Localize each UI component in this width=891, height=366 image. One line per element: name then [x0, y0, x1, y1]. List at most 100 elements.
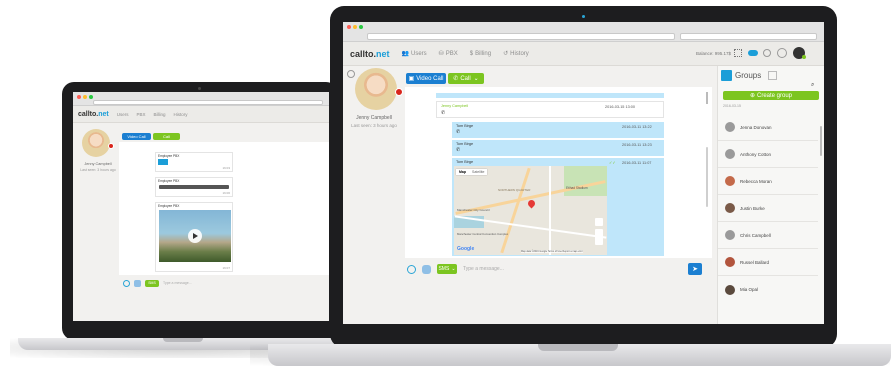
map-pin-icon[interactable] [526, 198, 537, 209]
nav-history[interactable]: ↺ History [503, 50, 529, 58]
emoji-icon[interactable] [407, 264, 416, 274]
phone-icon: ✆ [453, 76, 459, 82]
online-status-dot [802, 55, 806, 59]
map-label-quarter: NORTHERN QUARTER [498, 188, 531, 192]
maximize-icon[interactable] [89, 95, 93, 99]
minimize-icon[interactable] [83, 95, 87, 99]
list-item[interactable]: Mia Opal [718, 276, 818, 303]
contact-avatar[interactable] [355, 68, 403, 110]
right-window-controls[interactable] [347, 25, 363, 29]
history-icon: ↺ [503, 51, 509, 57]
message-1-time: 2016-03-15 13:00 [605, 105, 635, 109]
chat-menu-icon[interactable] [706, 92, 708, 104]
left-app-header: callto.net Users PBX Billing History [73, 106, 329, 123]
left-sms-dropdown[interactable]: SMS [145, 279, 159, 287]
groups-title: Groups [735, 71, 762, 80]
left-video-call-button[interactable]: Video Call [122, 133, 151, 140]
left-contact-avatar[interactable] [82, 129, 114, 157]
pbx-icon: ⛁ [438, 51, 444, 57]
send-button[interactable]: ➤ [688, 263, 702, 275]
list-item[interactable]: Anthony Cotton [718, 141, 818, 168]
list-item-name: Russel Ballard [740, 259, 770, 265]
right-logo[interactable]: callto.net [350, 49, 390, 59]
message-input[interactable]: Type a message... [463, 266, 504, 272]
sms-dropdown[interactable]: SMS ⌄ [437, 264, 457, 274]
left-message-input[interactable]: Type a message... [163, 281, 192, 285]
message-1: Jenny Campbell ✆ 2016-03-15 13:00 [436, 101, 664, 118]
balance-label: Balance: 995.17$ [696, 51, 732, 56]
left-call-button[interactable]: Call [153, 133, 180, 140]
left-contact-last-seen: Last seen: 3 hours ago [80, 168, 116, 172]
map-report-link[interactable]: Report a map error [562, 250, 582, 253]
list-item[interactable]: Justin Burke [718, 195, 818, 222]
groups-search-icon[interactable]: ⌕ [811, 82, 814, 89]
avatar [725, 257, 735, 267]
left-nav-pbx[interactable]: PBX [137, 112, 146, 117]
left-emoji-icon[interactable] [123, 279, 130, 287]
groups-sidebar: Groups ⌕ ⊕ Create group 2016-03-15 Jenna … [717, 66, 824, 324]
street-view-icon[interactable] [595, 218, 603, 226]
power-icon[interactable] [777, 48, 787, 58]
left-nav-billing[interactable]: Billing [154, 112, 166, 117]
call-button[interactable]: ✆ Call ⌄ [448, 73, 484, 84]
chat-scrollbar[interactable] [706, 147, 708, 207]
map-terms-link[interactable]: Terms of Use [548, 250, 562, 253]
map-label-convention: Manchester Central Convention Complex [457, 232, 509, 236]
left-nav-history[interactable]: History [174, 112, 188, 117]
left-window-controls[interactable] [77, 95, 93, 99]
left-laptop-camera [198, 87, 201, 90]
nav-users[interactable]: 👥 Users [402, 50, 427, 58]
left-message-3-time: 16:07 [222, 266, 230, 270]
avatar [725, 230, 735, 240]
map-tab-satellite[interactable]: Satellite [469, 169, 487, 175]
maximize-icon[interactable] [359, 25, 363, 29]
attach-icon[interactable] [422, 264, 431, 274]
video-call-button[interactable]: ▣ Video Call [406, 73, 446, 84]
message-4-sender: Tom Birge [456, 160, 474, 164]
user-avatar[interactable] [793, 47, 806, 59]
back-icon[interactable] [347, 70, 355, 78]
left-url-bar[interactable] [93, 100, 323, 105]
settings-icon[interactable] [763, 49, 771, 57]
map-attribution: Map data ©2016 Google Terms of Use Repor… [521, 250, 583, 253]
left-message-2-time: 16:06 [222, 191, 230, 195]
map-type-toggle[interactable]: Map Satellite [456, 169, 488, 175]
nav-billing[interactable]: $ Billing [470, 51, 491, 57]
groups-icon[interactable] [721, 70, 732, 81]
map-zoom-control[interactable] [595, 229, 603, 245]
right-url-bar[interactable] [367, 33, 675, 40]
close-icon[interactable] [77, 95, 81, 99]
minimize-icon[interactable] [353, 25, 357, 29]
message-4-time: 2016-03-11 11:07 [622, 161, 652, 165]
list-item[interactable]: Jenna Donovan [718, 114, 818, 141]
left-laptop-notch [163, 338, 203, 342]
list-item-name: Chris Campbell [740, 232, 771, 238]
chat-icon[interactable] [748, 50, 758, 56]
grid-icon[interactable] [734, 49, 742, 57]
close-icon[interactable] [347, 25, 351, 29]
chat-panel: Jenny Campbell ✆ 2016-03-15 13:00 Tom Bi… [405, 87, 712, 258]
play-icon[interactable] [188, 229, 202, 243]
list-item[interactable]: Chris Campbell [718, 222, 818, 249]
list-item[interactable]: Rebecca Moran [718, 168, 818, 195]
map-attachment[interactable]: Map Satellite NORTHERN QUARTER Etihad St… [454, 166, 607, 255]
contacts-icon[interactable] [768, 71, 778, 80]
left-video-attachment[interactable] [159, 210, 231, 262]
left-nav-users[interactable]: Users [117, 112, 129, 117]
groups-scrollbar[interactable] [820, 126, 822, 156]
create-group-button[interactable]: ⊕ Create group [723, 91, 819, 100]
nav-pbx[interactable]: ⛁ PBX [438, 50, 458, 58]
left-chat-panel: Employee PBX 16:03 Employee PBX 16:06 Em… [119, 142, 329, 275]
avatar [725, 203, 735, 213]
right-browser-search[interactable] [680, 33, 817, 40]
left-audio-player[interactable] [159, 185, 229, 189]
left-screen: callto.net Users PBX Billing History Jen… [73, 92, 329, 321]
list-item[interactable]: Russel Ballard [718, 249, 818, 276]
map-tab-map[interactable]: Map [456, 169, 469, 175]
left-message-1-attachment-icon[interactable] [158, 159, 168, 165]
left-logo[interactable]: callto.net [78, 111, 109, 118]
left-message-3: Employee PBX 16:07 [155, 202, 233, 272]
left-attach-icon[interactable] [134, 279, 141, 287]
left-contact-status-dot [108, 143, 114, 149]
map-google-logo: Google [457, 246, 475, 252]
